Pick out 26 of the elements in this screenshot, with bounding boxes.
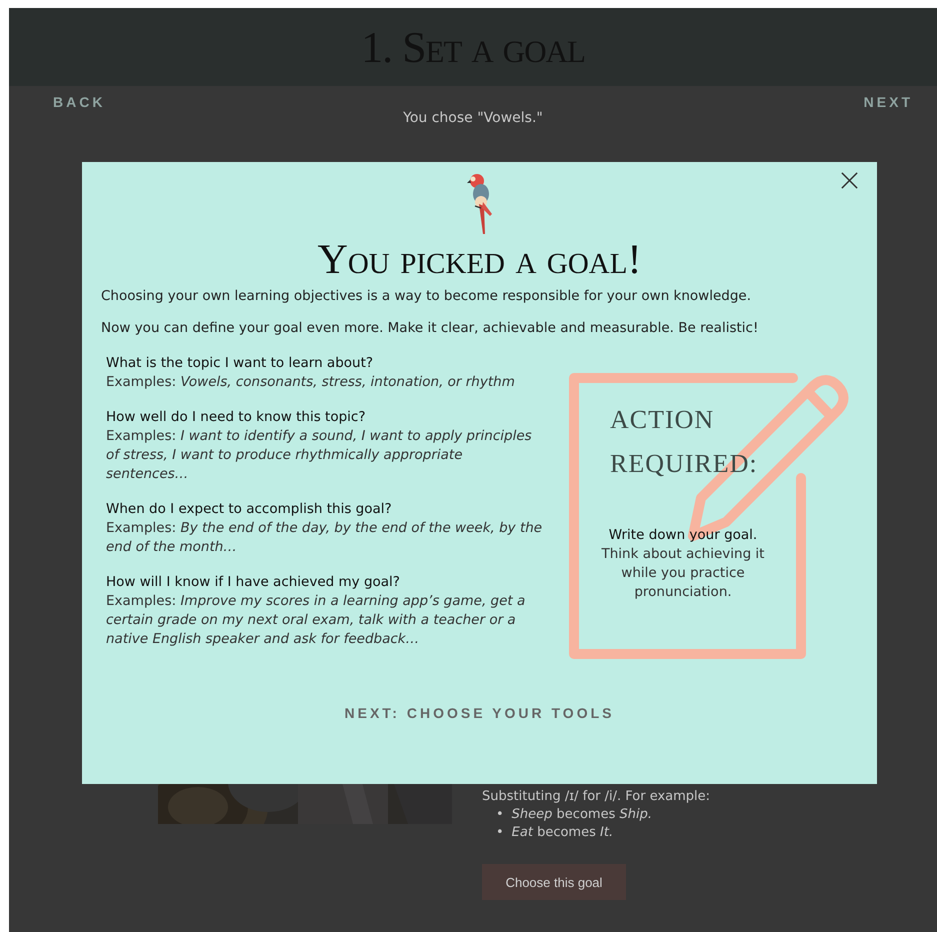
question-text: How well do I need to know this topic? [106, 408, 366, 427]
intro-paragraph: Now you can define your goal even more. Make it clear, achievable and measurable. Be realistic! [101, 320, 760, 336]
action-note: Think about achieving it while you practice pronunciation. [600, 545, 766, 602]
examples-text: Examples: I want to identify a sound, I want to apply principles of stress, I want to produce rhythmically appropriate sentences… [106, 427, 533, 484]
chosen-text: You chose "Vowels." [402, 110, 544, 126]
next-link[interactable]: NEXT [864, 94, 913, 110]
intro-paragraph: Choosing your own learning objectives is a way to become responsible for your own knowledge. [101, 288, 752, 304]
example-item: Sheep becomes Ship. [512, 806, 652, 824]
parrot-icon [464, 172, 494, 234]
question-text: What is the topic I want to learn about? [106, 354, 374, 373]
example-item: Eat becomes It. [512, 824, 614, 842]
close-icon[interactable] [840, 171, 859, 190]
back-link[interactable]: BACK [53, 94, 106, 110]
action-instruction: Write down your goal. [608, 526, 758, 545]
next-tools-link[interactable]: NEXT: CHOOSE YOUR TOOLS [344, 705, 614, 721]
question-text: How will I know if I have achieved my goal? [106, 573, 401, 592]
examples-text: Examples: By the end of the day, by the end of the week, by the end of the month… [106, 519, 544, 557]
examples-text: Examples: Vowels, consonants, stress, intonation, or rhythm [106, 373, 516, 392]
bullet-mark: • [496, 806, 504, 824]
choose-goal-button[interactable]: Choose this goal [482, 864, 626, 900]
action-heading: ACTION REQUIRED: [610, 404, 759, 480]
dialog-title: You picked a goal! [316, 236, 642, 284]
examples-text: Examples: Improve my scores in a learning app’s game, get a certain grade on my next oral exam, talk with a teacher or a native English speaker and ask for feedback… [106, 592, 526, 649]
bullet-mark: • [496, 824, 504, 842]
question-text: When do I expect to accomplish this goal? [106, 500, 393, 519]
example-intro: Substituting /ɪ/ for /i/. For example: [482, 789, 710, 804]
